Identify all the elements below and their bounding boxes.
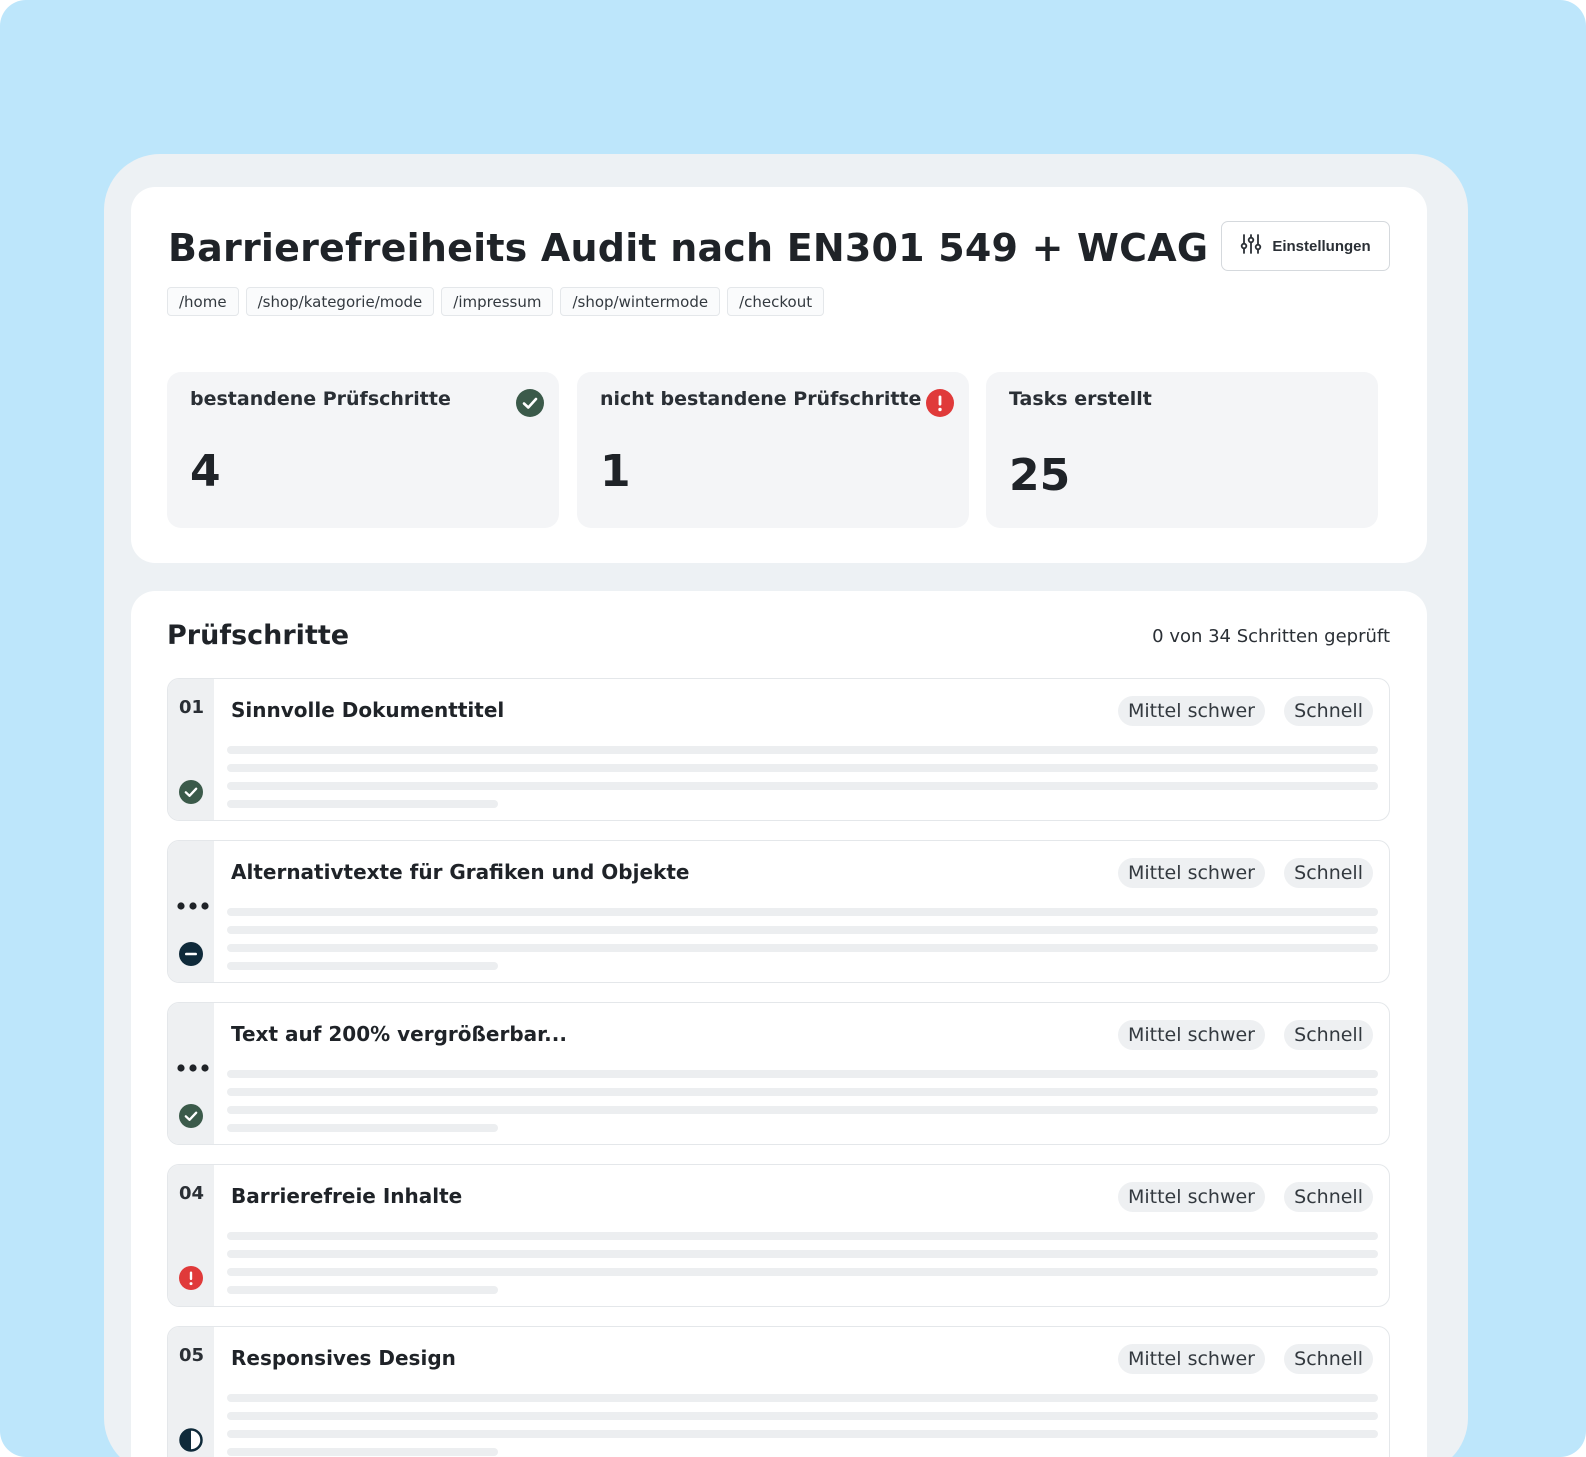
path-chip[interactable]: /home	[167, 287, 239, 316]
speed-badge: Schnell	[1284, 696, 1373, 726]
step-title: Alternativtexte für Grafiken und Objekte	[231, 860, 690, 884]
check-circle-icon	[179, 780, 203, 804]
placeholder-line	[227, 1268, 1378, 1276]
placeholder-line	[227, 764, 1378, 772]
placeholder-line	[227, 1412, 1378, 1420]
difficulty-badge: Mittel schwer	[1117, 1020, 1265, 1050]
check-circle-icon	[179, 1104, 203, 1128]
sliders-icon	[1240, 233, 1262, 259]
step-title: Barrierefreie Inhalte	[231, 1184, 463, 1208]
ellipsis-icon[interactable]	[177, 901, 213, 911]
speed-badge: Schnell	[1284, 1344, 1373, 1374]
step-item[interactable]: Alternativtexte für Grafiken und Objekte…	[167, 840, 1390, 983]
step-number: 04	[179, 1183, 205, 1204]
placeholder-line	[227, 908, 1378, 916]
speed-badge: Schnell	[1284, 1182, 1373, 1212]
step-title: Responsives Design	[231, 1346, 456, 1370]
placeholder-line	[227, 746, 1378, 754]
path-chip[interactable]: /shop/wintermode	[560, 287, 721, 316]
page-title: Barrierefreiheits Audit nach EN301 549 +…	[168, 226, 1290, 270]
step-title: Text auf 200% vergrößerbar...	[231, 1022, 567, 1046]
step-item[interactable]: 05 Responsives Design Mittel schwer Schn…	[167, 1326, 1390, 1457]
placeholder-line	[227, 782, 1378, 790]
difficulty-badge: Mittel schwer	[1117, 696, 1265, 726]
minus-circle-icon	[179, 942, 203, 966]
placeholder-line	[227, 1250, 1378, 1258]
step-item[interactable]: 04 Barrierefreie Inhalte Mittel schwer S…	[167, 1164, 1390, 1307]
placeholder-line	[227, 1394, 1378, 1402]
placeholder-line	[227, 962, 498, 970]
stat-value: 1	[600, 446, 631, 497]
placeholder-line	[227, 800, 498, 808]
placeholder-line	[227, 944, 1378, 952]
step-title: Sinnvolle Dokumenttitel	[231, 698, 505, 722]
difficulty-badge: Mittel schwer	[1117, 858, 1265, 888]
settings-button[interactable]: Einstellungen	[1221, 221, 1390, 271]
step-number: 05	[179, 1345, 205, 1366]
check-circle-icon	[516, 389, 544, 417]
difficulty-badge: Mittel schwer	[1117, 1344, 1265, 1374]
step-item[interactable]: Text auf 200% vergrößerbar... Mittel sch…	[167, 1002, 1390, 1145]
path-chip[interactable]: /checkout	[727, 287, 825, 316]
step-number: 01	[179, 697, 205, 718]
stat-label: bestandene Prüfschritte	[190, 388, 451, 410]
placeholder-line	[227, 1430, 1378, 1438]
placeholder-line	[227, 1124, 498, 1132]
stat-value: 25	[1009, 450, 1071, 501]
step-item[interactable]: 01 Sinnvolle Dokumenttitel Mittel schwer…	[167, 678, 1390, 821]
path-chip[interactable]: /impressum	[441, 287, 554, 316]
settings-label: Einstellungen	[1272, 237, 1371, 255]
difficulty-badge: Mittel schwer	[1117, 1182, 1265, 1212]
path-chip[interactable]: /shop/kategorie/mode	[245, 287, 435, 316]
half-circle-icon	[179, 1428, 203, 1452]
section-title: Prüfschritte	[167, 620, 350, 651]
placeholder-line	[227, 1106, 1378, 1114]
path-list: /home /shop/kategorie/mode /impressum /s…	[167, 287, 825, 316]
stat-passed: bestandene Prüfschritte 4	[167, 372, 559, 528]
alert-circle-icon	[179, 1266, 203, 1290]
stat-tasks: Tasks erstellt 25	[986, 372, 1378, 528]
alert-circle-icon	[926, 389, 954, 417]
stat-label: nicht bestandene Prüfschritte	[600, 388, 922, 410]
speed-badge: Schnell	[1284, 858, 1373, 888]
stat-label: Tasks erstellt	[1009, 388, 1152, 410]
speed-badge: Schnell	[1284, 1020, 1373, 1050]
placeholder-line	[227, 1448, 498, 1456]
placeholder-line	[227, 1070, 1378, 1078]
ellipsis-icon[interactable]	[177, 1063, 213, 1073]
placeholder-line	[227, 1088, 1378, 1096]
placeholder-line	[227, 1232, 1378, 1240]
stat-value: 4	[190, 446, 221, 497]
placeholder-line	[227, 926, 1378, 934]
placeholder-line	[227, 1286, 498, 1294]
stat-failed: nicht bestandene Prüfschritte 1	[577, 372, 969, 528]
progress-text: 0 von 34 Schritten geprüft	[1152, 626, 1390, 647]
